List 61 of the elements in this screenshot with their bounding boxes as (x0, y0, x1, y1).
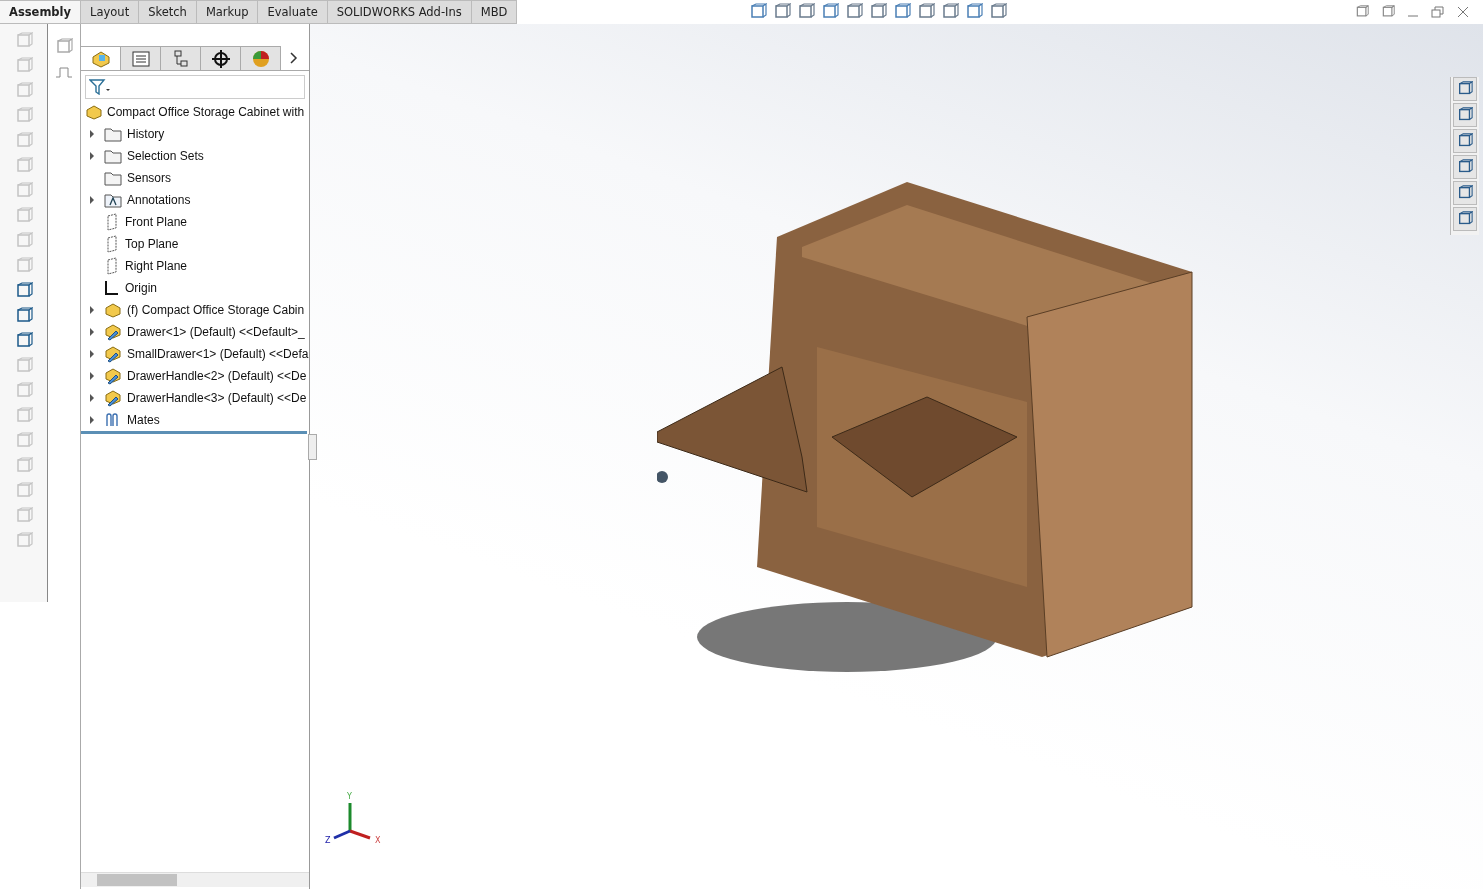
assembly-icon (90, 49, 111, 68)
tree-item[interactable]: Front Plane (125, 215, 188, 229)
expand-arrow-icon[interactable] (88, 372, 96, 380)
scroll-thumb[interactable] (97, 874, 177, 886)
command-tab[interactable]: Assembly (0, 0, 82, 24)
tree-item[interactable]: (f) Compact Office Storage Cabin (127, 303, 305, 317)
part-icon (85, 104, 103, 120)
axis-label: Y (347, 792, 352, 801)
crosshair-icon (211, 49, 230, 68)
expand-arrow-icon[interactable] (88, 394, 96, 402)
part-icon (104, 302, 122, 318)
close-icon[interactable] (1457, 6, 1469, 18)
command-tab[interactable]: Markup (196, 0, 259, 24)
expand-arrow-icon[interactable] (88, 152, 96, 160)
expand-arrow-icon[interactable] (88, 416, 96, 424)
tree-item[interactable]: DrawerHandle<2> (Default) <<De (127, 369, 307, 383)
tree-item[interactable]: Right Plane (125, 259, 188, 273)
restore-icon[interactable] (1431, 6, 1445, 18)
expand-arrow-icon[interactable] (88, 196, 96, 204)
tree-item[interactable]: History (127, 127, 165, 141)
expand-arrow-icon[interactable] (88, 328, 96, 336)
tool-icon[interactable] (14, 282, 33, 300)
command-tab[interactable]: Layout (81, 0, 140, 24)
plane-icon (104, 235, 120, 253)
annotation-folder-icon (104, 192, 122, 208)
panel-collapse-handle[interactable] (308, 434, 317, 460)
subassembly-icon (104, 367, 122, 385)
tree-item[interactable]: SmallDrawer<1> (Default) <<Defa (127, 347, 309, 361)
property-list-icon (131, 50, 150, 67)
tree-item[interactable]: Annotations (127, 193, 191, 207)
tree-item[interactable]: Drawer<1> (Default) <<Default>_ (127, 325, 305, 339)
expand-arrow-icon[interactable] (88, 306, 96, 314)
axis-label: X (375, 836, 381, 845)
configuration-tree-icon (172, 49, 189, 68)
tree-item[interactable]: DrawerHandle<3> (Default) <<De (127, 391, 307, 405)
plane-icon (104, 213, 120, 231)
tree-item[interactable]: Sensors (127, 171, 172, 185)
subassembly-icon (104, 345, 122, 363)
tree-item[interactable]: Mates (127, 413, 160, 427)
command-tab[interactable]: SOLIDWORKS Add-Ins (327, 0, 472, 24)
expand-arrow-icon[interactable] (88, 130, 96, 138)
axis-triad-drawing (333, 803, 371, 840)
plane-icon (104, 257, 120, 275)
horizontal-scrollbar[interactable] (81, 872, 309, 887)
command-tab[interactable]: Sketch (139, 0, 197, 24)
subassembly-icon (104, 323, 122, 341)
tree-item[interactable]: Selection Sets (127, 149, 204, 163)
expand-arrow-icon[interactable] (88, 350, 96, 358)
tree-item[interactable]: Origin (125, 281, 157, 295)
tree-root-label[interactable]: Compact Office Storage Cabinet with (107, 105, 305, 119)
axis-label: Z (325, 836, 331, 845)
subassembly-icon (104, 389, 122, 407)
command-tab[interactable]: Evaluate (258, 0, 328, 24)
command-tab[interactable]: MBD (471, 0, 518, 24)
filter-icon (89, 79, 111, 95)
manager-tab[interactable] (200, 46, 241, 70)
tool-icon[interactable] (14, 307, 33, 325)
filter-field[interactable] (85, 75, 305, 99)
tool-icon[interactable] (14, 332, 33, 350)
origin-icon (104, 279, 120, 297)
tree-item[interactable]: Top Plane (125, 237, 179, 251)
